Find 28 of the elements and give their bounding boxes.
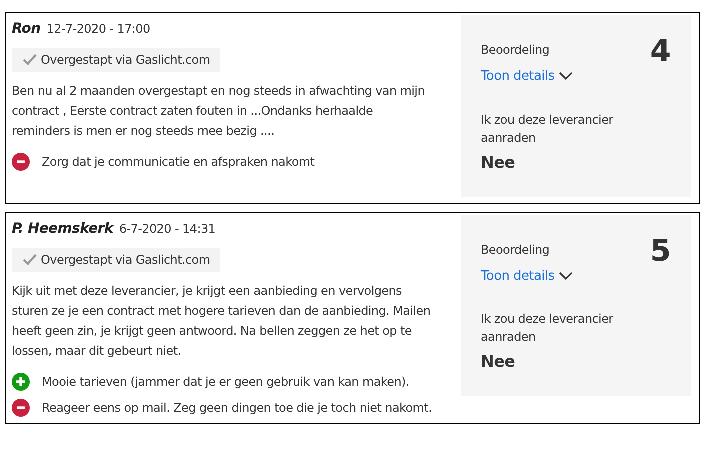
author-name: P. Heemskerk <box>12 220 114 236</box>
details-link[interactable]: Toon details <box>481 67 555 86</box>
badge-text: Overgestapt via Gaslicht.com <box>41 252 210 268</box>
rating-label: Beoordeling <box>481 42 550 59</box>
plus-icon <box>12 372 30 390</box>
review-date: 6-7-2020 - 14:31 <box>119 222 216 236</box>
minus-icon <box>12 153 30 171</box>
review-text: Ben nu al 2 maanden overgestapt en nog steeds in afwachting van mijn contract , Eerste contract zaten fouten in ...Ondanks herhaalde reminders is men er nog steeds mee bezig .... <box>12 83 426 140</box>
con-point: Zorg dat je communicatie en afspraken nakomt <box>42 154 315 171</box>
recommend-value: Nee <box>481 152 516 174</box>
checkmark-icon <box>22 53 38 67</box>
badge-text: Overgestapt via Gaslicht.com <box>41 52 210 69</box>
chevron-down-icon[interactable] <box>558 272 573 281</box>
rating-score: 4 <box>650 37 671 67</box>
details-link[interactable]: Toon details <box>481 266 555 286</box>
pro-point: Mooie tarieven (jammer dat je er geen gebruik van kan maken). <box>42 374 410 390</box>
con-point: Reageer eens op mail. Zeg geen dingen toe die je toch niet nakomt. <box>42 400 432 416</box>
minus-icon <box>12 398 30 416</box>
rating-label: Beoordeling <box>481 242 550 258</box>
recommend-label: Ik zou deze leverancier aanraden <box>481 112 614 146</box>
review-text: Kijk uit met deze leverancier, je krijgt een aanbieding en vervolgens sturen ze je een contract met hogere tarieven dan de aanbieding. Mailen heeft geen zin, je krijgt geen antwoord. Na bellen zeggen ze het op te lossen, maar dit gebeurt niet. <box>12 282 432 360</box>
chevron-down-icon[interactable] <box>558 72 573 82</box>
author-name: Ron <box>12 21 41 37</box>
review-date: 12-7-2020 - 17:00 <box>46 22 150 36</box>
checkmark-icon <box>22 252 38 266</box>
rating-score: 5 <box>650 236 671 266</box>
recommend-value: Nee <box>481 351 516 373</box>
recommend-label: Ik zou deze leverancier aanraden <box>481 311 614 346</box>
